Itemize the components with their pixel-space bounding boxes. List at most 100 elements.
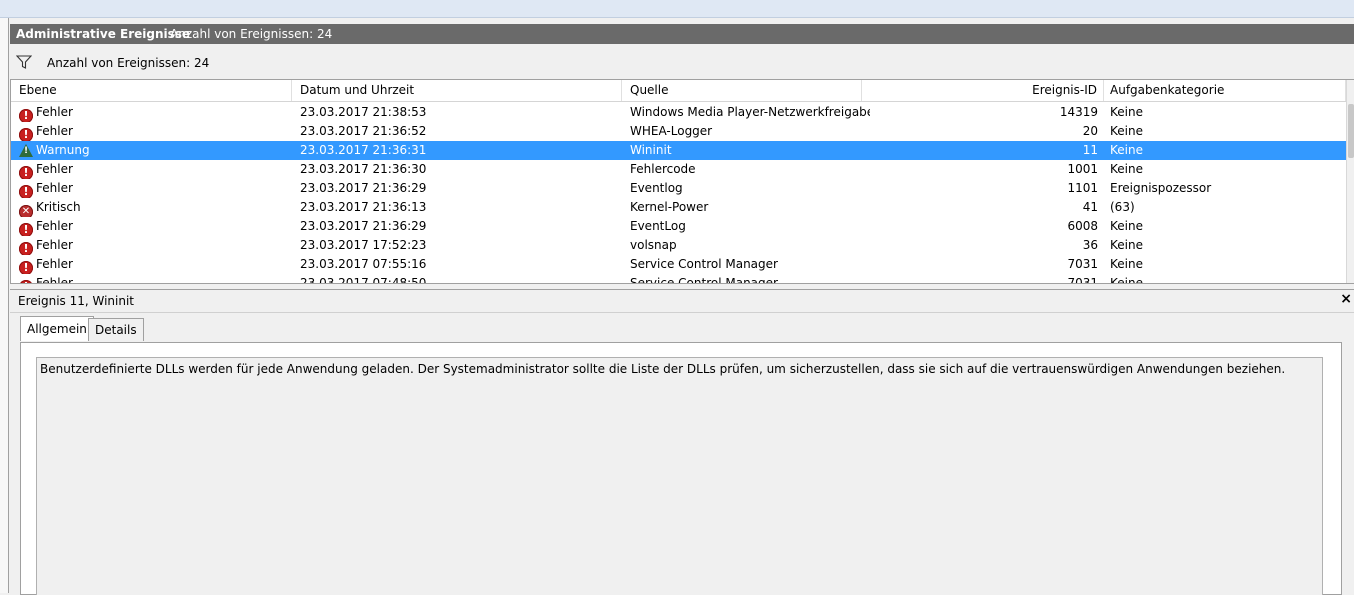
cell-level: !Fehler bbox=[19, 274, 289, 284]
warning-icon: ! bbox=[19, 144, 33, 157]
table-row[interactable]: ! Warnung 23.03.2017 21:36:31 Wininit 11 Kein… bbox=[11, 141, 1346, 160]
error-icon: ! bbox=[19, 261, 33, 274]
level-text: Fehler bbox=[36, 124, 73, 138]
cell-source: Service Control Manager bbox=[630, 257, 778, 271]
table-row[interactable]: ! Fehler 23.03.2017 21:36:29 Eventlog 1101 Er… bbox=[11, 179, 1346, 198]
panel-header: Administrative Ereignisse Anzahl von Ere… bbox=[10, 24, 1354, 44]
cell-event-id: 6008 bbox=[1067, 219, 1098, 233]
description-box: Benutzerdefinierte DLLs werden für jede … bbox=[36, 357, 1323, 595]
cell-date: 23.03.2017 21:36:30 bbox=[300, 162, 427, 176]
cell-task-category: Keine bbox=[1110, 219, 1143, 233]
cell-event-id: 36 bbox=[1082, 238, 1098, 252]
filter-bar: Anzahl von Ereignissen: 24 bbox=[10, 48, 1354, 76]
error-icon: ! bbox=[19, 109, 33, 122]
column-header-task-category[interactable]: Aufgabenkategorie bbox=[1102, 80, 1346, 101]
cell-date: 23.03.2017 21:36:31 bbox=[300, 143, 427, 157]
event-description: Benutzerdefinierte DLLs werden für jede … bbox=[40, 362, 1286, 376]
cell-event-id: 1001 bbox=[1067, 162, 1098, 176]
table-row[interactable]: ! Fehler 23.03.2017 21:36:52 WHEA-Logger 20 K… bbox=[11, 122, 1346, 141]
level-text: Kritisch bbox=[36, 200, 81, 214]
cell-source: WHEA-Logger bbox=[630, 124, 713, 138]
cell-date: 23.03.2017 21:36:52 bbox=[300, 124, 427, 138]
cell-task-category: Keine bbox=[1110, 124, 1143, 138]
cell-event-id: 20 bbox=[1082, 124, 1098, 138]
level-text: Fehler bbox=[36, 219, 73, 233]
column-header-event-id[interactable]: Ereignis-ID bbox=[862, 80, 1104, 101]
cell-level: ! Warnung bbox=[19, 141, 289, 160]
error-icon: ! bbox=[19, 242, 33, 255]
panel-title: Administrative Ereignisse bbox=[16, 27, 191, 41]
critical-icon: ✕ bbox=[19, 205, 33, 217]
cell-level: !Fehler bbox=[19, 255, 289, 274]
filter-summary: Anzahl von Ereignissen: 24 bbox=[47, 56, 210, 70]
level-text: Fehler bbox=[36, 276, 73, 284]
window-top-bar bbox=[0, 0, 1354, 18]
table-row[interactable]: ! Fehler 23.03.2017 17:52:23 volsnap 36 Keine bbox=[11, 236, 1346, 255]
table-row[interactable]: !Fehler 23.03.2017 07:48:50 Service Contro… bbox=[11, 274, 1346, 284]
cell-event-id: 11 bbox=[1082, 143, 1098, 157]
cell-level: !Fehler bbox=[19, 122, 289, 141]
cell-task-category: (63) bbox=[1110, 200, 1135, 214]
table-header: Ebene Datum und Uhrzeit Quelle Ereignis-… bbox=[11, 80, 1346, 102]
table-row[interactable]: ! Fehler 23.03.2017 07:55:16 Service Contro… bbox=[11, 255, 1346, 274]
cell-event-id: 7031 bbox=[1067, 257, 1098, 271]
detail-title: Ereignis 11, Wininit bbox=[18, 294, 135, 308]
cell-level: !Fehler bbox=[19, 236, 289, 255]
cell-source: Wininit bbox=[630, 143, 672, 157]
cell-level: !Fehler bbox=[19, 160, 289, 179]
cell-source: volsnap bbox=[630, 238, 677, 252]
cell-date: 23.03.2017 21:36:13 bbox=[300, 200, 427, 214]
cell-level: ✕ Kritisch bbox=[19, 198, 289, 217]
cell-date: 23.03.2017 21:36:29 bbox=[300, 219, 427, 233]
cell-task-category: Keine bbox=[1110, 238, 1143, 252]
level-text: Fehler bbox=[36, 162, 73, 176]
detail-content: Benutzerdefinierte DLLs werden für jede … bbox=[20, 342, 1342, 595]
cell-date: 23.03.2017 21:38:53 bbox=[300, 105, 427, 119]
cell-level: !Fehler bbox=[19, 103, 289, 122]
cell-event-id: 7031 bbox=[1067, 276, 1098, 284]
column-header-source[interactable]: Quelle bbox=[622, 80, 862, 101]
cell-source: Kernel-Power bbox=[630, 200, 709, 214]
table-row[interactable]: ✕ Kritisch 23.03.2017 21:36:13 Kernel-Power… bbox=[11, 198, 1346, 217]
close-icon[interactable]: × bbox=[1340, 291, 1352, 307]
vertical-scrollbar[interactable] bbox=[1346, 80, 1354, 283]
cell-event-id: 14319 bbox=[1059, 105, 1098, 119]
cell-source: Eventlog bbox=[630, 181, 683, 195]
error-icon: ! bbox=[19, 223, 33, 236]
tab-allgemein[interactable]: Allgemein bbox=[20, 316, 94, 341]
error-icon: ! bbox=[19, 166, 33, 179]
level-text: Fehler bbox=[36, 105, 73, 119]
cell-source: Service Control Manager bbox=[630, 276, 778, 284]
filter-icon[interactable] bbox=[16, 55, 32, 69]
cell-date: 23.03.2017 07:48:50 bbox=[300, 276, 427, 284]
cell-date: 23.03.2017 07:55:16 bbox=[300, 257, 427, 271]
table-row[interactable]: ! Fehler 23.03.2017 21:38:53 Windows Media … bbox=[11, 103, 1346, 122]
cell-level: !Fehler bbox=[19, 217, 289, 236]
table-row[interactable]: ! Fehler 23.03.2017 21:36:30 Fehlercode 1001… bbox=[11, 160, 1346, 179]
scrollbar-thumb[interactable] bbox=[1348, 104, 1354, 158]
cell-date: 23.03.2017 17:52:23 bbox=[300, 238, 427, 252]
level-text: Warnung bbox=[36, 143, 90, 157]
event-table: Ebene Datum und Uhrzeit Quelle Ereignis-… bbox=[10, 79, 1354, 284]
column-header-level[interactable]: Ebene bbox=[11, 80, 292, 101]
cell-date: 23.03.2017 21:36:29 bbox=[300, 181, 427, 195]
cell-task-category: Keine bbox=[1110, 105, 1143, 119]
cell-event-id: 1101 bbox=[1067, 181, 1098, 195]
left-navigation-strip bbox=[0, 18, 9, 593]
cell-source: Windows Media Player-Netzwerkfreigabe... bbox=[630, 105, 870, 119]
error-icon: ! bbox=[19, 280, 33, 283]
cell-level: !Fehler bbox=[19, 179, 289, 198]
cell-task-category: Keine bbox=[1110, 257, 1143, 271]
table-row[interactable]: ! Fehler 23.03.2017 21:36:29 EventLog 6008 Ke… bbox=[11, 217, 1346, 236]
cell-source: Fehlercode bbox=[630, 162, 696, 176]
cell-task-category: Keine bbox=[1110, 162, 1143, 176]
error-icon: ! bbox=[19, 185, 33, 198]
level-text: Fehler bbox=[36, 238, 73, 252]
cell-source: EventLog bbox=[630, 219, 686, 233]
column-header-date[interactable]: Datum und Uhrzeit bbox=[292, 80, 622, 101]
cell-task-category: Keine bbox=[1110, 276, 1143, 284]
tab-details[interactable]: Details bbox=[88, 318, 144, 341]
detail-header: Ereignis 11, Wininit × bbox=[10, 289, 1354, 313]
error-icon: ! bbox=[19, 128, 33, 141]
level-text: Fehler bbox=[36, 181, 73, 195]
